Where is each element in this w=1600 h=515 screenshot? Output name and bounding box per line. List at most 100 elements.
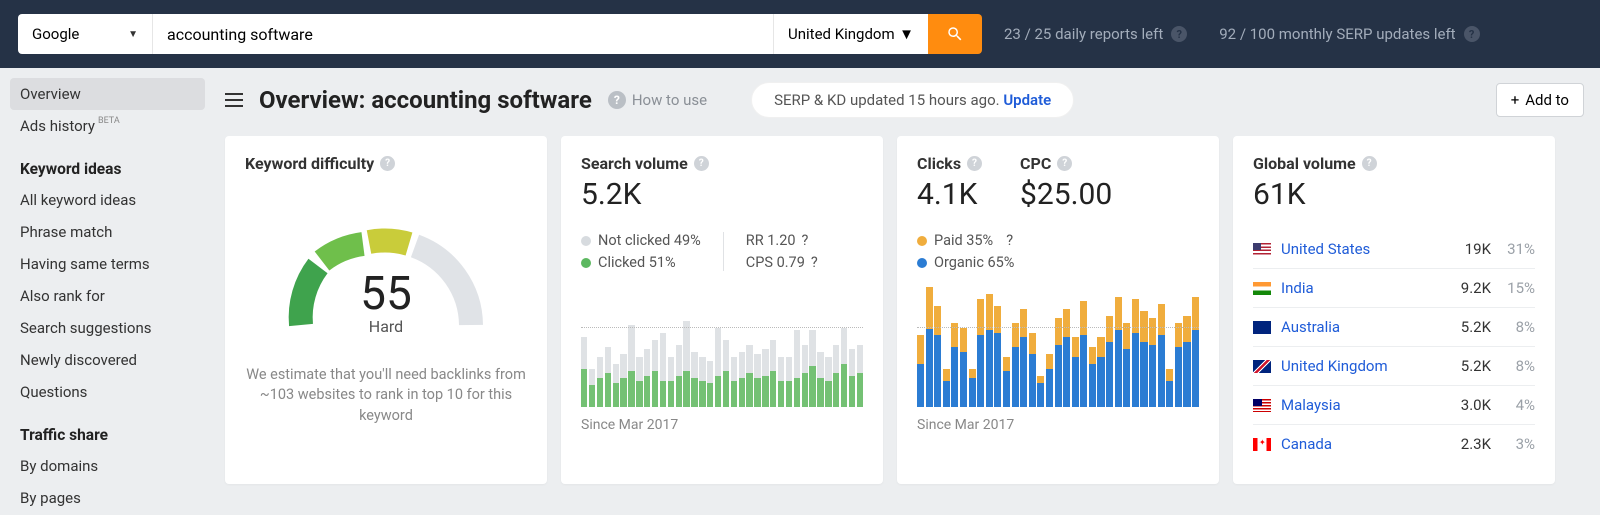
country-link[interactable]: India (1281, 279, 1441, 297)
country-label: United Kingdom (788, 25, 895, 43)
add-to-button[interactable]: + Add to (1496, 83, 1584, 117)
menu-toggle-icon[interactable] (225, 89, 243, 111)
sidebar-item[interactable]: Questions (10, 376, 205, 408)
country-link[interactable]: Australia (1281, 318, 1441, 336)
clicks-cpc-card: Clicks? 4.1K CPC? $25.00 Paid 35%? Organ… (897, 136, 1219, 484)
legend-clicked: Clicked 51% (581, 254, 701, 271)
help-icon[interactable]: ? (1057, 156, 1072, 171)
country-percent: 31% (1491, 240, 1535, 258)
sidebar-item[interactable]: Overview (10, 78, 205, 110)
country-percent: 15% (1491, 279, 1535, 297)
sidebar-item[interactable]: By domains (10, 450, 205, 482)
country-row[interactable]: United States19K31% (1253, 230, 1535, 269)
topbar: Google ▼ United Kingdom ▼ 23 / 25 daily … (0, 0, 1600, 68)
search-engine-select[interactable]: Google ▼ (18, 14, 153, 54)
flag-icon (1253, 438, 1271, 451)
update-link[interactable]: Update (1003, 91, 1051, 109)
keyword-input[interactable] (153, 14, 773, 54)
clicks-chart (917, 287, 1199, 407)
country-volume: 19K (1441, 240, 1491, 258)
clicks-value: 4.1K (917, 177, 982, 212)
kd-gauge: 55 Hard (281, 195, 491, 335)
sidebar-item[interactable]: Search suggestions (10, 312, 205, 344)
caret-down-icon: ▼ (899, 25, 914, 43)
help-icon[interactable]: ? (1171, 26, 1187, 42)
sidebar-item[interactable]: Phrase match (10, 216, 205, 248)
country-volume: 5.2K (1441, 318, 1491, 336)
since-label: Since Mar 2017 (581, 417, 863, 433)
rr-metric: RR 1.20? (746, 232, 818, 249)
monthly-serp-stat: 92 / 100 monthly SERP updates left ? (1219, 25, 1479, 43)
kd-label: Hard (281, 317, 491, 336)
help-icon[interactable]: ? (694, 156, 709, 171)
country-percent: 3% (1491, 435, 1535, 453)
card-title: Keyword difficulty (245, 154, 374, 173)
country-row[interactable]: Canada2.3K3% (1253, 425, 1535, 463)
help-icon[interactable]: ? (811, 254, 818, 271)
country-row[interactable]: Australia5.2K8% (1253, 308, 1535, 347)
sidebar-item[interactable]: Ads historyBETA (10, 110, 205, 142)
card-title: Global volume (1253, 154, 1356, 173)
cps-metric: CPS 0.79? (746, 254, 818, 271)
cpc-value: $25.00 (1020, 177, 1112, 212)
country-volume: 2.3K (1441, 435, 1491, 453)
caret-down-icon: ▼ (128, 29, 138, 40)
global-volume-value: 61K (1253, 177, 1535, 212)
country-percent: 8% (1491, 318, 1535, 336)
sidebar-heading-keyword-ideas: Keyword ideas (10, 142, 205, 184)
search-volume-card: Search volume ? 5.2K Not clicked 49% Cli… (561, 136, 883, 484)
global-volume-list: United States19K31%India9.2K15%Australia… (1253, 230, 1535, 463)
card-title: Search volume (581, 154, 688, 173)
country-link[interactable]: United Kingdom (1281, 357, 1441, 375)
card-title: Clicks (917, 154, 961, 173)
global-volume-card: Global volume? 61K United States19K31%In… (1233, 136, 1555, 484)
country-volume: 9.2K (1441, 279, 1491, 297)
country-percent: 4% (1491, 396, 1535, 414)
help-icon[interactable]: ? (1464, 26, 1480, 42)
kd-score: 55 (281, 267, 491, 321)
sidebar-heading-traffic-share: Traffic share (10, 408, 205, 450)
country-select[interactable]: United Kingdom ▼ (773, 14, 928, 54)
plus-icon: + (1511, 91, 1520, 109)
country-row[interactable]: United Kingdom5.2K8% (1253, 347, 1535, 386)
country-volume: 3.0K (1441, 396, 1491, 414)
search-volume-value: 5.2K (581, 177, 863, 212)
sidebar-item[interactable]: Having same terms (10, 248, 205, 280)
keyword-difficulty-card: Keyword difficulty ? 55 Hard We estimate… (225, 136, 547, 484)
flag-icon (1253, 282, 1271, 295)
kd-note: We estimate that you'll need backlinks f… (245, 365, 527, 426)
daily-reports-stat: 23 / 25 daily reports left ? (1004, 25, 1187, 43)
search-volume-chart (581, 287, 863, 407)
sidebar-item[interactable]: Newly discovered (10, 344, 205, 376)
help-icon[interactable]: ? (380, 156, 395, 171)
country-percent: 8% (1491, 357, 1535, 375)
sidebar-item[interactable]: By pages (10, 482, 205, 514)
search-button[interactable] (928, 14, 982, 54)
flag-icon (1253, 360, 1271, 373)
legend-organic: Organic 65% (917, 254, 1014, 271)
country-link[interactable]: Malaysia (1281, 396, 1441, 414)
country-volume: 5.2K (1441, 357, 1491, 375)
country-row[interactable]: India9.2K15% (1253, 269, 1535, 308)
how-to-use-link[interactable]: ? How to use (608, 91, 707, 109)
search-icon (946, 25, 964, 43)
help-icon: ? (608, 91, 626, 109)
help-icon[interactable]: ? (967, 156, 982, 171)
since-label: Since Mar 2017 (917, 417, 1199, 433)
flag-icon (1253, 399, 1271, 412)
sidebar-item[interactable]: Also rank for (10, 280, 205, 312)
help-icon[interactable]: ? (1006, 232, 1013, 249)
help-icon[interactable]: ? (1362, 156, 1377, 171)
help-icon[interactable]: ? (802, 232, 809, 249)
engine-label: Google (32, 25, 79, 43)
legend-paid: Paid 35%? (917, 232, 1014, 249)
card-title: CPC (1020, 154, 1051, 173)
country-link[interactable]: United States (1281, 240, 1441, 258)
sidebar-item[interactable]: All keyword ideas (10, 184, 205, 216)
flag-icon (1253, 243, 1271, 256)
country-link[interactable]: Canada (1281, 435, 1441, 453)
legend-not-clicked: Not clicked 49% (581, 232, 701, 249)
page-title: Overview: accounting software (259, 86, 592, 114)
country-row[interactable]: Malaysia3.0K4% (1253, 386, 1535, 425)
sidebar: OverviewAds historyBETA Keyword ideas Al… (0, 68, 215, 514)
